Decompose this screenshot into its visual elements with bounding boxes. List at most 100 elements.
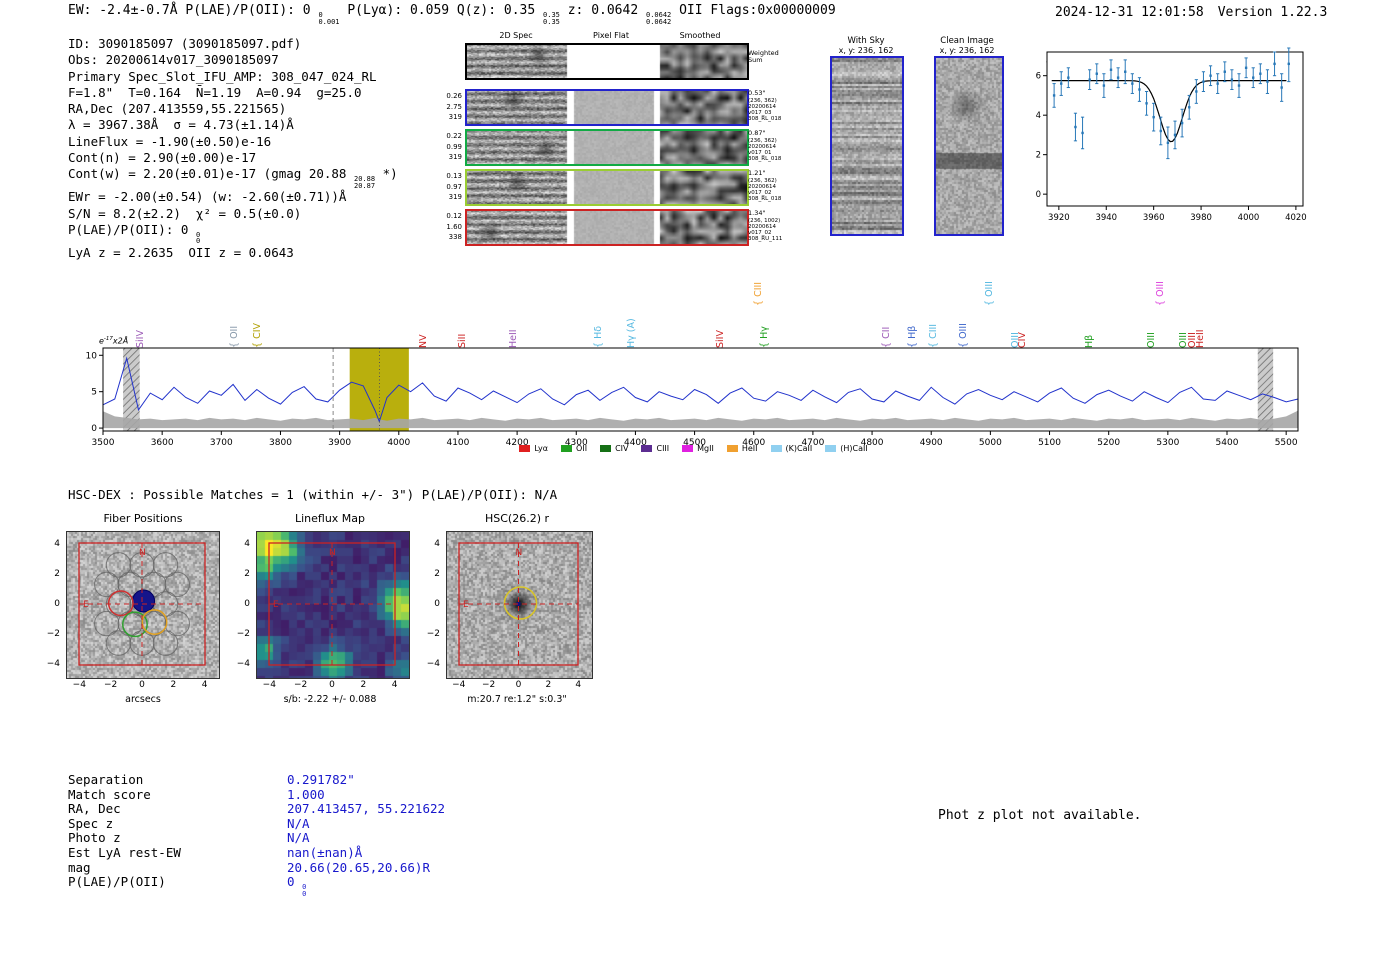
- spec2d-left-value: 319: [448, 113, 462, 122]
- col-header-pixelflat: Pixel Flat: [593, 31, 629, 40]
- axis-tick-label: −2: [104, 680, 118, 690]
- legend-swatch: [770, 445, 782, 452]
- axis-tick-label: −2: [481, 680, 496, 690]
- spec2d-row-annotation: 1.34" (236, 1002) 20200614 v017_02 308_RU_11…: [748, 209, 810, 242]
- match-table-row: Spec z N/A: [68, 816, 488, 831]
- spec2d-left-value: 0.97: [446, 182, 462, 191]
- detection-info-block: ID: 3090185097 (3090185097.pdf) Obs: 2020…: [68, 36, 398, 261]
- axis-tick-label: −4: [426, 659, 440, 670]
- match-table-row: Photo z N/A: [68, 830, 488, 845]
- spec2d-annotation-line: 1.34": [748, 209, 766, 217]
- match-table-value: 1.000: [287, 786, 325, 802]
- spec2d-left-value: 2.75: [446, 102, 462, 111]
- legend-label: CIII: [656, 444, 670, 453]
- svg-text:N: N: [139, 548, 146, 558]
- spec2d-left-value: 1.60: [446, 222, 462, 231]
- legend-swatch: [561, 445, 573, 452]
- svg-text:E: E: [273, 600, 279, 610]
- with-sky-title: With Sky: [847, 36, 885, 46]
- match-table-value: 0.291782": [287, 772, 355, 787]
- lineflux-caption: s/b: -2.22 +/- 0.088: [283, 694, 377, 705]
- match-table-value: nan(±nan)Å: [287, 844, 363, 860]
- legend-item: (K)CaII: [770, 444, 812, 453]
- match-table-value: 207.413457, 55.221622: [287, 801, 446, 817]
- spec2d-row-image: [467, 91, 747, 124]
- fiber-xlabel: arcsecs: [125, 694, 161, 705]
- spec2d-row-annotation: 0.53" (236, 362) 20200614 v017_03 308_RL_018: [748, 89, 810, 122]
- axis-tick-label: 2: [545, 680, 552, 690]
- stacked-fraction: 00: [195, 230, 201, 246]
- info-line: LineFlux = -1.90(±0.50)e-16: [68, 133, 272, 149]
- axis-tick-label: 2: [360, 680, 367, 690]
- hsc-caption: m:20.7 re:1.2" s:0.3": [467, 694, 567, 705]
- info-line: Cont(n) = 2.90(±0.00)e-17: [68, 150, 257, 166]
- svg-text:5: 5: [91, 388, 97, 398]
- axis-tick-label: 4: [244, 538, 250, 549]
- legend-label: CIV: [615, 444, 629, 453]
- svg-text:E: E: [463, 600, 469, 610]
- spec2d-left-value: 0.22: [446, 132, 462, 140]
- axis-tick-label: 0: [329, 680, 335, 690]
- svg-text:0: 0: [1036, 190, 1041, 200]
- match-table-row: mag 20.66(20.65,20.66)R: [68, 860, 488, 875]
- legend-label: (H)CaII: [840, 444, 868, 453]
- fiber-positions-title: Fiber Positions: [103, 512, 183, 525]
- match-table-row: Est LyA rest-EW nan(±nan)Å: [68, 845, 488, 860]
- lineflux-map-overlay: NE: [268, 542, 396, 666]
- stacked-fraction: 20.88 20.87: [353, 175, 376, 190]
- legend-label: HeII: [741, 444, 758, 453]
- info-line: S/N = 8.2(±2.2) χ² = 0.5(±0.0): [68, 205, 302, 221]
- spec2d-left-value: 0.99: [446, 142, 462, 151]
- clean-image-panel: [934, 56, 1004, 236]
- info-line: Obs: 20200614v017_3090185097: [68, 52, 279, 68]
- spec2d-annotation-line: 0.53": [748, 89, 766, 97]
- legend-item: HeII: [726, 444, 758, 453]
- spec2d-left-value: 0.26: [446, 92, 462, 100]
- axis-tick-label: 4: [391, 680, 398, 690]
- spec2d-annotation-line: 1.21": [748, 169, 766, 177]
- match-table-label: RA, Dec: [68, 801, 121, 817]
- legend-item: (H)CaII: [825, 444, 868, 453]
- svg-text:3960: 3960: [1143, 213, 1165, 223]
- legend-item: CIV: [600, 444, 628, 453]
- with-sky-image: [832, 58, 902, 234]
- spec2d-row-image: [467, 171, 747, 204]
- svg-text:3940: 3940: [1095, 213, 1117, 223]
- svg-text:4: 4: [1036, 111, 1041, 121]
- legend-label: Lyα: [534, 444, 549, 453]
- match-table-label: P(LAE)/P(OII): [68, 874, 166, 890]
- match-table-label: Est LyA rest-EW: [68, 844, 181, 860]
- match-table-value: N/A: [287, 815, 310, 831]
- spec2d-row-annotation: 0.87" (236, 362) 20200614 v017_01 308_RL_018: [748, 129, 810, 162]
- header-summary: EW: -2.4±-0.7Å P(LAE)/P(OII): 0 0 0.001 P…: [68, 3, 836, 26]
- hsc-cutout-title: HSC(26.2) r: [484, 512, 550, 525]
- axis-tick-label: −2: [426, 629, 440, 640]
- legend-swatch: [682, 445, 694, 452]
- legend-item: CIII: [641, 444, 669, 453]
- spec2d-row-strip: [465, 129, 749, 166]
- spec2d-left-value: 319: [448, 193, 462, 202]
- axis-tick-label: −4: [46, 659, 60, 670]
- header-right: 2024-12-31 12:01:58 Version 1.22.3: [1055, 5, 1327, 20]
- spec2d-row-image: [467, 211, 747, 244]
- legend-label: MgII: [697, 444, 714, 453]
- legend-label: OII: [576, 444, 588, 453]
- svg-text:4020: 4020: [1285, 213, 1307, 223]
- match-table-label: Separation: [68, 772, 144, 787]
- stacked-fraction: 0.0642 0.0642: [645, 11, 672, 26]
- match-table-value: 0 00: [287, 874, 307, 898]
- svg-text:10: 10: [86, 351, 98, 361]
- axis-tick-label: 2: [244, 568, 250, 579]
- svg-text:3920: 3920: [1048, 213, 1070, 223]
- hsc-dex-line: HSC-DEX : Possible Matches = 1 (within +…: [68, 487, 558, 502]
- info-line: Cont(w) = 2.20(±0.01)e-17 (gmag 20.88 20…: [68, 166, 398, 190]
- stacked-fraction: 0.35 0.35: [543, 11, 560, 26]
- fiber-positions-overlay: NE: [78, 542, 206, 666]
- spec2d-row-image: [467, 131, 747, 164]
- axis-tick-label: 2: [54, 568, 60, 579]
- axis-tick-label: 0: [434, 599, 440, 609]
- match-table-value: 20.66(20.65,20.66)R: [287, 859, 430, 875]
- spec2d-weighted-image: [467, 45, 747, 78]
- axis-tick-label: 0: [54, 599, 60, 609]
- match-table-row: P(LAE)/P(OII) 0 00: [68, 874, 488, 897]
